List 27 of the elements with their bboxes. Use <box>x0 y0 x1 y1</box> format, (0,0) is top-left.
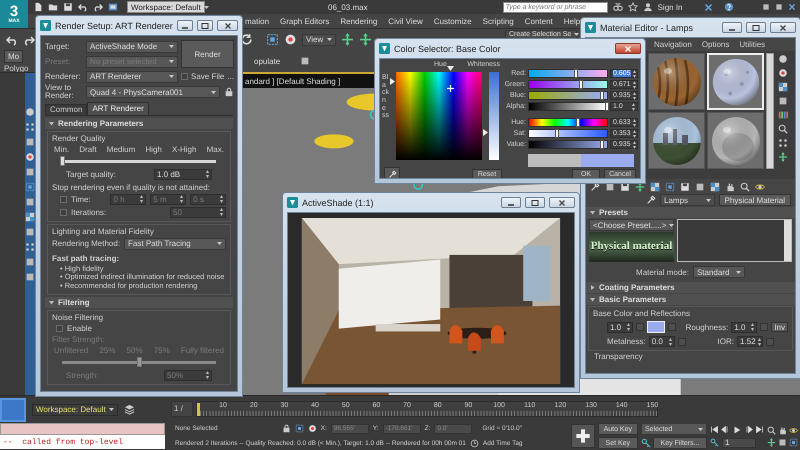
menu-item[interactable]: Civil View <box>388 16 423 26</box>
window-title: Color Selector: Base Color <box>394 44 502 54</box>
menu-item[interactable]: Navigation <box>654 40 692 48</box>
checkbox-label: Save File <box>191 72 224 81</box>
renderer-dropdown[interactable]: ART Renderer <box>86 70 178 82</box>
file-name: 06_03.max <box>328 2 368 12</box>
window-title: Material Editor - Lamps <box>600 22 694 32</box>
menu-item[interactable]: Graph Editors <box>280 16 330 26</box>
menu-item[interactable]: Scripting <box>482 16 514 26</box>
ribbon-tab[interactable]: Mo <box>4 50 24 62</box>
menu-item[interactable]: mation <box>245 16 270 26</box>
target-dropdown[interactable]: ActiveShade Mode <box>86 40 178 52</box>
label: Target: <box>45 42 70 51</box>
viewport-label: andard ] [Default Shading ] <box>245 76 340 86</box>
label: Renderer: <box>45 72 82 81</box>
menu-item[interactable]: Options <box>702 40 730 48</box>
menu-item[interactable]: Rendering <box>340 16 378 26</box>
render-button[interactable]: Render <box>181 40 234 68</box>
browse-button[interactable]: ... <box>227 72 234 81</box>
menu-item[interactable]: Customize <box>434 16 472 26</box>
ribbon-panel-label: Polygo <box>4 64 30 72</box>
menu-item[interactable]: Content <box>524 16 553 26</box>
ribbon-tab-label: opulate <box>254 56 280 66</box>
menu-item[interactable]: Utilities <box>739 40 766 48</box>
menu-item[interactable]: Help <box>564 16 580 26</box>
window-title: Render Setup: ART Renderer <box>55 20 173 30</box>
view-dropdown[interactable]: View <box>302 34 336 46</box>
